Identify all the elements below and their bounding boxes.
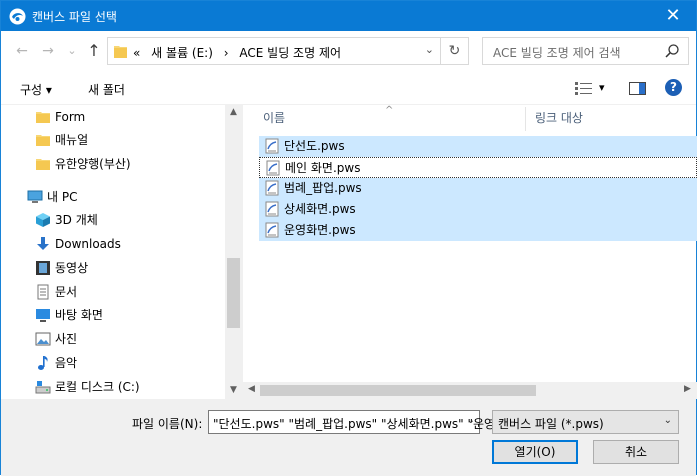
command-bar: 구성 ▾ 새 폴더 ▾ ? xyxy=(1,71,696,105)
file-name: 운영화면.pws xyxy=(284,223,356,237)
close-button[interactable]: ✕ xyxy=(650,1,696,31)
file-item-legend-popup[interactable]: 범례_팝업.pws xyxy=(259,178,697,199)
scroll-up-arrow-icon[interactable]: ▲ xyxy=(225,107,242,117)
folder-icon xyxy=(36,159,50,170)
file-type-dropdown-icon: ⌄ xyxy=(663,415,672,426)
file-list-horizontal-scrollbar[interactable]: ◀ ▶ xyxy=(243,382,697,399)
breadcrumb-item-volume[interactable]: 새 볼륨 (E:) xyxy=(151,46,213,60)
folder-icon xyxy=(114,46,127,58)
view-options-dropdown[interactable]: ▾ xyxy=(599,81,605,94)
desktop-icon xyxy=(36,309,50,322)
sort-ascending-icon: ^ xyxy=(385,105,394,116)
scroll-right-arrow-icon[interactable]: ▶ xyxy=(684,384,691,394)
sidebar-item-label: 음악 xyxy=(55,356,78,370)
search-icon xyxy=(665,44,679,58)
cube-icon xyxy=(36,213,50,227)
pws-file-icon xyxy=(266,160,280,176)
file-open-dialog: 캔버스 파일 선택 ✕ ← → ⌄ ↑ « 새 볼륨 (E:) › ACE 빌딩… xyxy=(0,0,697,476)
app-icon xyxy=(9,8,26,25)
file-item-detail-screen[interactable]: 상세화면.pws xyxy=(259,199,697,220)
sidebar-item-label: Form xyxy=(55,110,86,124)
scroll-down-arrow-icon[interactable]: ▼ xyxy=(225,385,242,395)
file-type-select[interactable]: 캔버스 파일 (*.pws) ⌄ xyxy=(492,410,679,434)
breadcrumb: « 새 볼륨 (E:) › ACE 빌딩 조명 제어 xyxy=(133,44,348,61)
breadcrumb-separator[interactable]: › xyxy=(224,46,229,60)
address-dropdown-icon[interactable]: ⌄ xyxy=(425,43,434,56)
forward-button[interactable]: → xyxy=(39,42,57,60)
folder-icon xyxy=(36,135,50,146)
cancel-button[interactable]: 취소 xyxy=(593,440,679,464)
breadcrumb-item-current[interactable]: ACE 빌딩 조명 제어 xyxy=(239,46,341,60)
file-item-single-line[interactable]: 단선도.pws xyxy=(259,136,697,157)
drive-icon xyxy=(35,381,51,394)
up-button[interactable]: ↑ xyxy=(85,42,103,60)
sidebar-item-label: 동영상 xyxy=(55,261,89,275)
folder-icon xyxy=(36,112,50,123)
filename-label: 파일 이름(N): xyxy=(132,417,203,431)
navigation-pane: Form 매뉴얼 유한양행(부산) 내 PC 3D 개체 Downloads 동… xyxy=(1,105,241,399)
view-options-icon[interactable] xyxy=(575,82,592,95)
pws-file-icon xyxy=(265,201,279,217)
pws-file-icon xyxy=(265,138,279,154)
file-item-main-screen[interactable]: 메인 화면.pws xyxy=(259,157,697,178)
file-list-pane: ^ 이름 링크 대상 단선도.pws 메인 화면.pws 범례_팝업.pws 상… xyxy=(242,105,697,399)
file-name: 단선도.pws xyxy=(284,139,345,153)
scrollbar-thumb[interactable] xyxy=(260,385,536,396)
sidebar-item-label: 사진 xyxy=(55,332,78,346)
sidebar-item-label: 문서 xyxy=(55,285,78,299)
new-folder-button[interactable]: 새 폴더 xyxy=(88,81,125,98)
scrollbar-thumb[interactable] xyxy=(227,258,240,328)
filename-value: "단선도.pws" "범례_팝업.pws" "상세화면.pws" "운영 xyxy=(213,417,496,431)
filename-dropdown-icon[interactable]: ⌄ xyxy=(467,415,475,426)
picture-icon xyxy=(35,332,51,346)
pws-file-icon xyxy=(265,180,279,196)
file-name: 범례_팝업.pws xyxy=(284,181,362,195)
column-header-link-target[interactable]: 링크 대상 xyxy=(535,105,583,131)
window-title: 캔버스 파일 선택 xyxy=(32,10,117,24)
search-placeholder: ACE 빌딩 조명 제어 검색 xyxy=(493,46,621,60)
address-bar[interactable]: « 새 볼륨 (E:) › ACE 빌딩 조명 제어 ⌄ ↻ xyxy=(107,37,469,65)
title-bar: 캔버스 파일 선택 ✕ xyxy=(1,1,696,31)
video-icon xyxy=(36,261,50,275)
sidebar-item-label: 3D 개체 xyxy=(55,213,98,227)
pws-file-icon xyxy=(265,222,279,238)
breadcrumb-overflow[interactable]: « xyxy=(133,46,140,60)
navigation-bar: ← → ⌄ ↑ « 새 볼륨 (E:) › ACE 빌딩 조명 제어 ⌄ ↻ A… xyxy=(1,31,696,71)
search-input[interactable]: ACE 빌딩 조명 제어 검색 xyxy=(482,37,689,65)
sidebar-item-label: Downloads xyxy=(55,237,121,251)
dialog-footer: 파일 이름(N): "단선도.pws" "범례_팝업.pws" "상세화면.pw… xyxy=(1,399,696,476)
sidebar-item-label: 내 PC xyxy=(47,190,78,204)
pc-icon xyxy=(27,190,43,203)
column-header-name[interactable]: 이름 xyxy=(263,105,285,131)
filename-field[interactable]: "단선도.pws" "범례_팝업.pws" "상세화면.pws" "운영 ⌄ xyxy=(208,410,495,434)
preview-pane-icon[interactable] xyxy=(629,82,646,95)
document-icon xyxy=(37,284,49,300)
back-button[interactable]: ← xyxy=(13,42,31,60)
download-icon xyxy=(37,237,49,250)
file-type-value: 캔버스 파일 (*.pws) xyxy=(498,417,604,431)
sidebar-item-label: 매뉴얼 xyxy=(55,133,89,147)
music-icon xyxy=(38,356,48,370)
help-button[interactable]: ? xyxy=(665,79,682,96)
recent-locations-button[interactable]: ⌄ xyxy=(63,42,81,60)
file-name: 메인 화면.pws xyxy=(285,161,361,175)
file-item-operation-screen[interactable]: 운영화면.pws xyxy=(259,220,697,241)
sidebar-item-label: 유한양행(부산) xyxy=(55,157,131,171)
scroll-left-arrow-icon[interactable]: ◀ xyxy=(248,384,255,394)
sidebar-item-label: 바탕 화면 xyxy=(55,308,103,322)
refresh-button[interactable]: ↻ xyxy=(440,38,468,64)
file-name: 상세화면.pws xyxy=(284,202,356,216)
organize-button[interactable]: 구성 ▾ xyxy=(20,81,52,98)
sidebar-item-label: 로컬 디스크 (C:) xyxy=(55,380,140,394)
column-divider[interactable] xyxy=(525,107,526,131)
open-button[interactable]: 열기(O) xyxy=(492,440,578,464)
navigation-pane-scrollbar[interactable]: ▲ ▼ xyxy=(225,105,242,399)
